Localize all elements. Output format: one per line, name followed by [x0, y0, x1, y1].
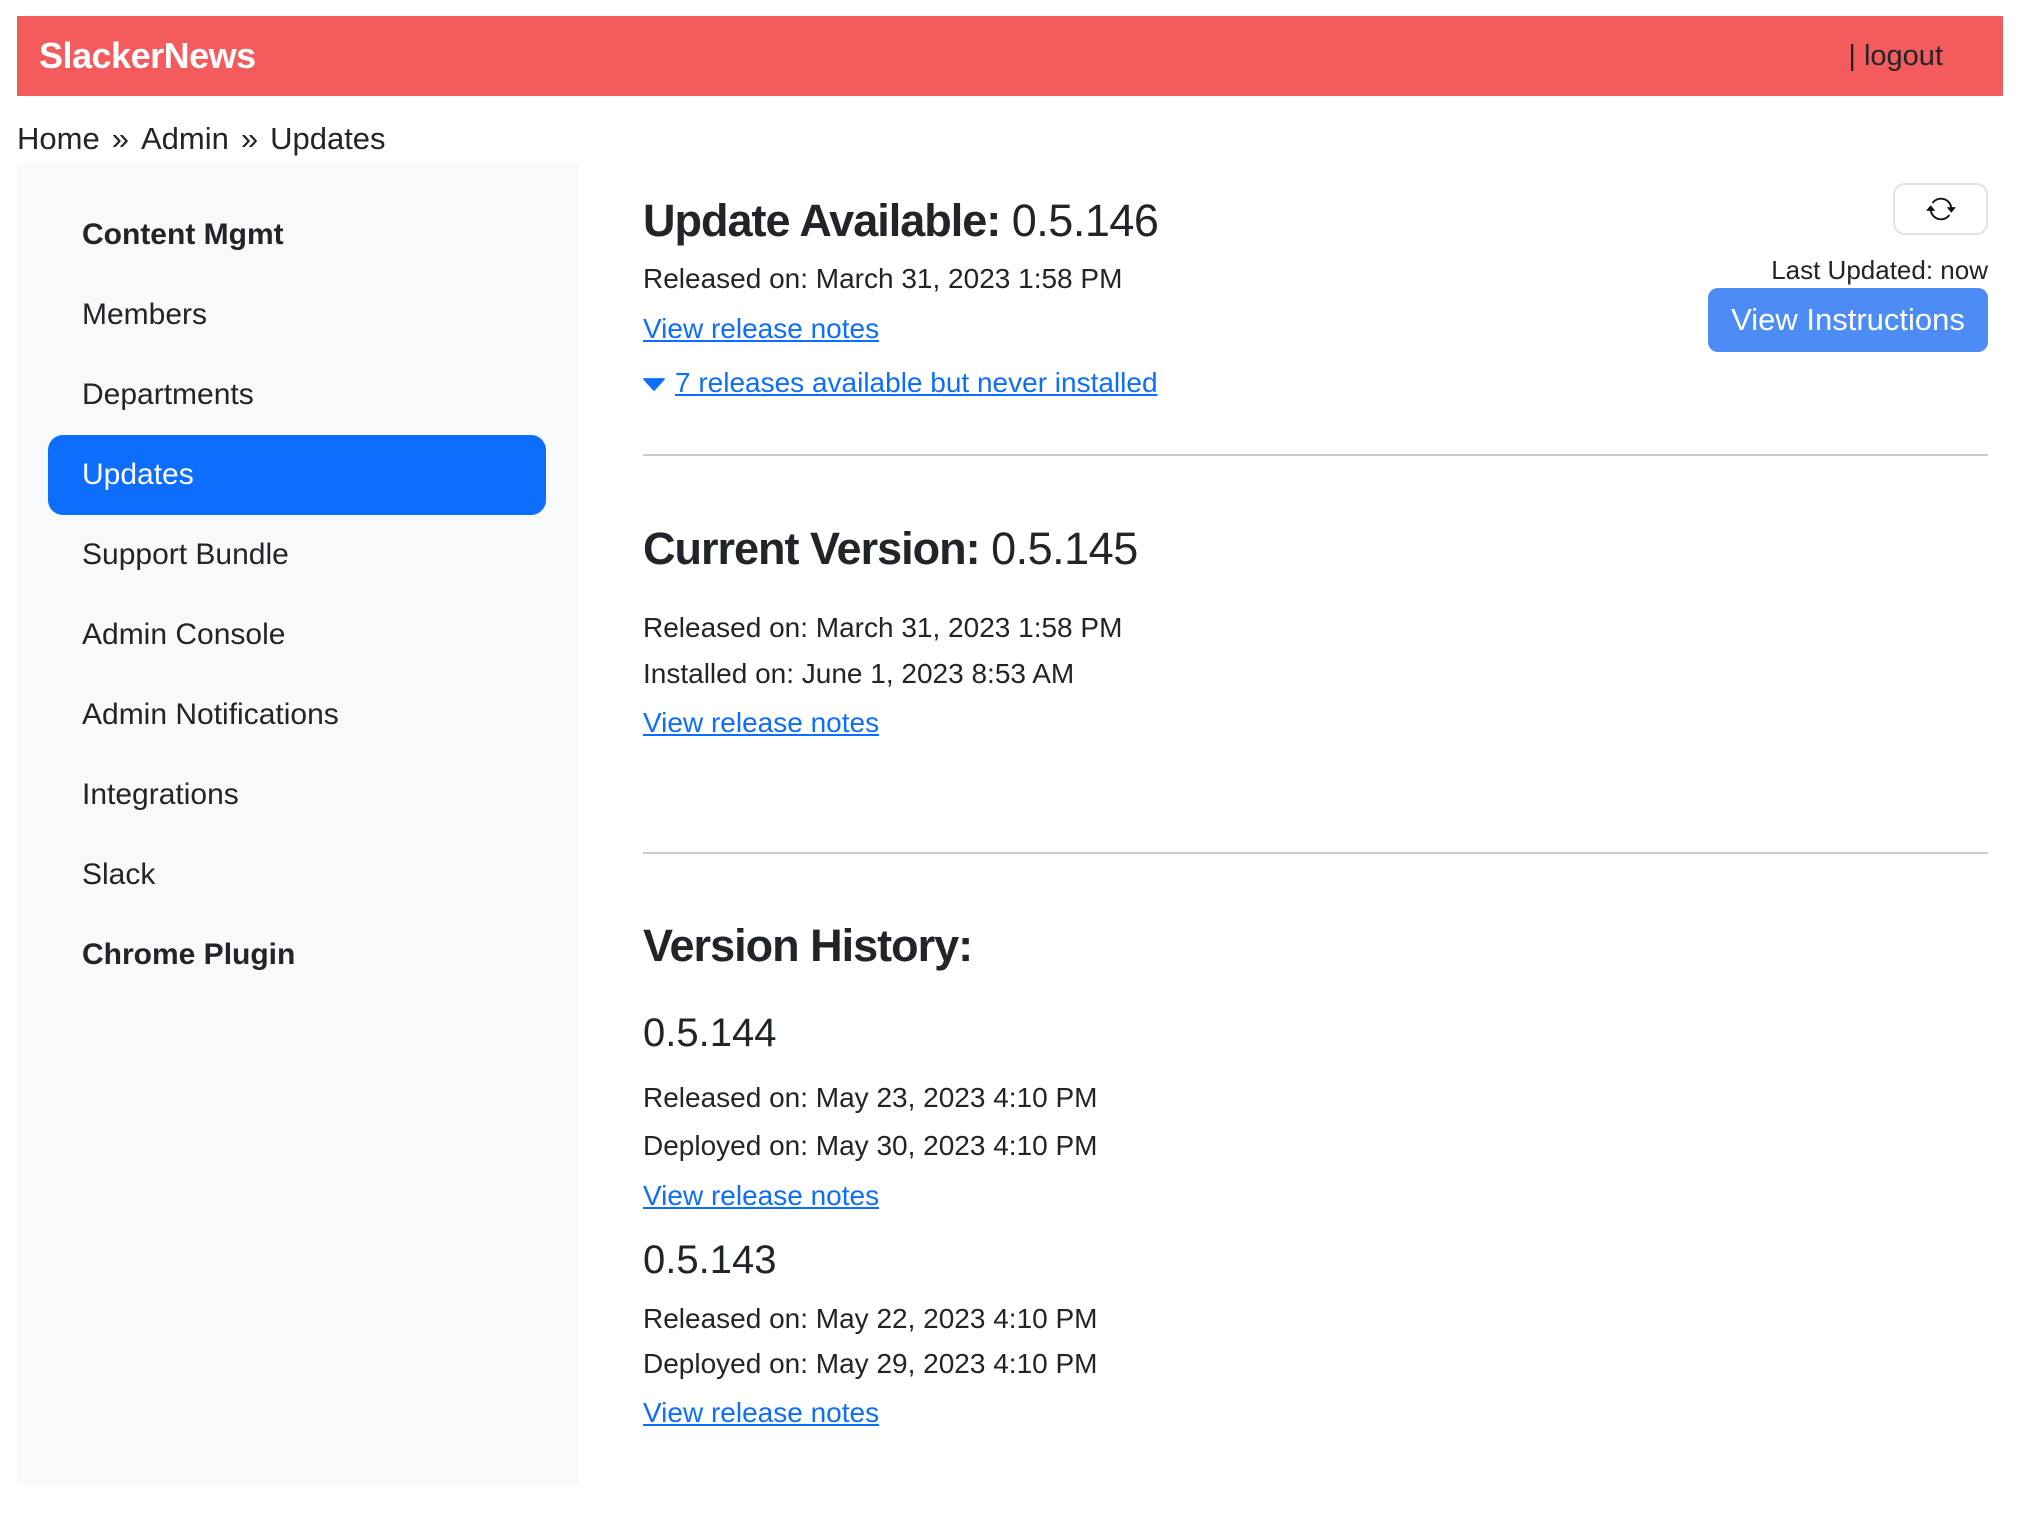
sidebar-item-content-mgmt[interactable]: Content Mgmt — [17, 195, 578, 275]
sidebar-item-admin-notifications[interactable]: Admin Notifications — [17, 675, 578, 755]
app-header: SlackerNews | logout — [17, 16, 2003, 96]
breadcrumb-separator: » — [241, 121, 258, 157]
caret-down-icon — [643, 377, 665, 392]
brand-logo: SlackerNews — [39, 35, 256, 77]
sidebar-item-chrome-plugin[interactable]: Chrome Plugin — [17, 915, 578, 995]
sidebar-item-slack[interactable]: Slack — [17, 835, 578, 915]
breadcrumb-separator: » — [112, 121, 129, 157]
updates-main: Last Updated: now View Instructions Upda… — [578, 163, 2011, 1485]
version-history-entry: 0.5.144 Released on: May 23, 2023 4:10 P… — [643, 1010, 1988, 1217]
sidebar-item-departments[interactable]: Departments — [17, 355, 578, 435]
history-deployed-on: Deployed on: May 29, 2023 4:10 PM — [643, 1348, 1988, 1380]
current-installed-on: Installed on: June 1, 2023 8:53 AM — [643, 658, 1988, 690]
view-instructions-button[interactable]: View Instructions — [1708, 288, 1988, 352]
sidebar-item-members[interactable]: Members — [17, 275, 578, 355]
breadcrumb: Home » Admin » Updates — [17, 121, 2028, 157]
current-version-heading: Current Version: 0.5.145 — [643, 525, 1988, 573]
admin-sidebar: Content Mgmt Members Departments Updates… — [17, 163, 578, 1485]
section-divider — [643, 454, 1988, 456]
history-version-number: 0.5.143 — [643, 1237, 1988, 1283]
sidebar-item-support-bundle[interactable]: Support Bundle — [17, 515, 578, 595]
history-deployed-on: Deployed on: May 30, 2023 4:10 PM — [643, 1130, 1988, 1162]
refresh-icon — [1926, 194, 1956, 224]
sidebar-item-integrations[interactable]: Integrations — [17, 755, 578, 835]
breadcrumb-admin[interactable]: Admin — [141, 121, 229, 157]
current-version-section: Current Version: 0.5.145 Released on: Ma… — [643, 525, 1988, 744]
current-released-on: Released on: March 31, 2023 1:58 PM — [643, 612, 1988, 644]
current-release-notes-link[interactable]: View release notes — [643, 707, 879, 738]
releases-toggle: 7 releases available but never installed — [643, 367, 1988, 399]
sidebar-item-updates[interactable]: Updates — [48, 435, 546, 515]
update-available-version: 0.5.146 — [1012, 195, 1159, 246]
page-layout: Content Mgmt Members Departments Updates… — [17, 163, 2011, 1485]
breadcrumb-home[interactable]: Home — [17, 121, 100, 157]
update-controls: Last Updated: now View Instructions — [1708, 183, 1988, 352]
update-available-label: Update Available: — [643, 195, 1000, 246]
releases-available-link[interactable]: 7 releases available but never installed — [675, 367, 1158, 399]
history-release-notes-link[interactable]: View release notes — [643, 1397, 879, 1428]
breadcrumb-current: Updates — [270, 121, 385, 157]
last-updated-text: Last Updated: now — [1771, 255, 1988, 285]
version-history-entry: 0.5.143 Released on: May 22, 2023 4:10 P… — [643, 1237, 1988, 1434]
version-history-heading: Version History: — [643, 922, 1988, 970]
logout-link[interactable]: | logout — [1848, 40, 1943, 73]
sidebar-item-admin-console[interactable]: Admin Console — [17, 595, 578, 675]
history-released-on: Released on: May 23, 2023 4:10 PM — [643, 1082, 1988, 1114]
history-released-on: Released on: May 22, 2023 4:10 PM — [643, 1303, 1988, 1335]
update-release-notes-link[interactable]: View release notes — [643, 313, 879, 344]
history-version-number: 0.5.144 — [643, 1010, 1988, 1056]
history-release-notes-link[interactable]: View release notes — [643, 1180, 879, 1211]
current-version-number: 0.5.145 — [991, 523, 1138, 574]
current-version-label: Current Version: — [643, 523, 980, 574]
version-history-section: Version History: 0.5.144 Released on: Ma… — [643, 922, 1988, 1434]
sidebar-nav: Content Mgmt Members Departments Updates… — [17, 195, 578, 995]
refresh-button[interactable] — [1893, 183, 1988, 235]
section-divider — [643, 852, 1988, 854]
